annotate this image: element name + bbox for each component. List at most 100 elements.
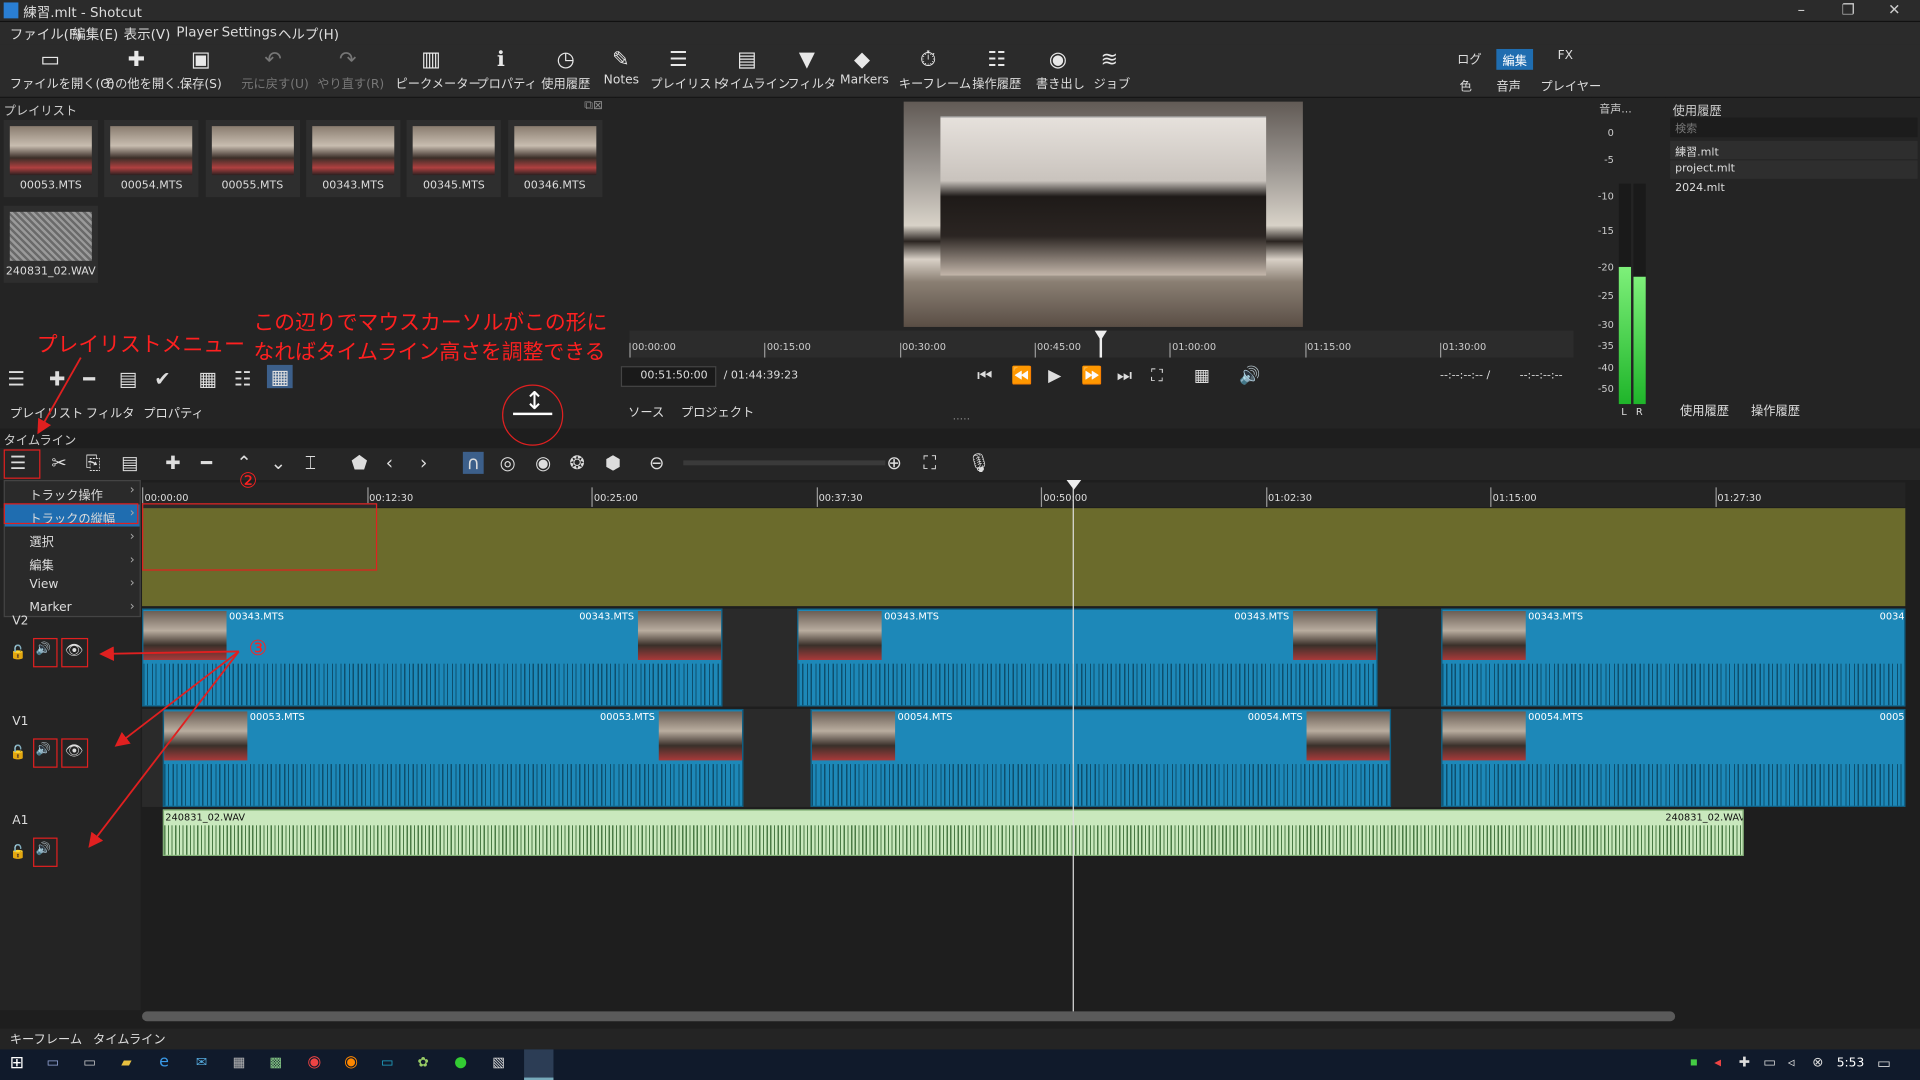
toolbar-button[interactable]: ☰ プレイリスト: [650, 47, 723, 96]
playlist-item[interactable]: 00055.MTS: [205, 120, 300, 198]
snap-icon[interactable]: ∩: [462, 451, 484, 474]
menu-player[interactable]: Player: [176, 24, 218, 40]
position-field[interactable]: 00:51:50:00: [620, 366, 717, 387]
recent-file[interactable]: project.mlt: [1670, 160, 1918, 179]
zoom-out-icon[interactable]: ⊖: [649, 452, 664, 474]
taskbar-app-icon[interactable]: ▭: [83, 1054, 96, 1070]
lock-icon[interactable]: 🔓: [10, 744, 27, 760]
toolbar-button[interactable]: ▭ ファイルを開く(O): [10, 47, 115, 96]
tab-timeline[interactable]: タイムライン: [93, 1029, 166, 1046]
tray-icon[interactable]: ⊗: [1812, 1054, 1823, 1070]
menu-file[interactable]: ファイル(F): [10, 24, 82, 44]
windows-start-icon[interactable]: ⊞: [10, 1053, 24, 1073]
cut-icon[interactable]: ✂: [51, 452, 66, 474]
skip-next-icon[interactable]: ⏭: [1117, 366, 1132, 386]
split-icon[interactable]: ⌶: [305, 452, 316, 474]
splitter-handle[interactable]: ·····: [953, 414, 971, 426]
notification-icon[interactable]: ▭: [1877, 1054, 1891, 1071]
check-icon[interactable]: ✔: [154, 367, 170, 390]
record-audio-icon[interactable]: 🎙: [967, 452, 990, 474]
timeline-scrollbar[interactable]: [142, 1011, 1676, 1022]
playhead-handle[interactable]: [1066, 480, 1082, 490]
paste-icon[interactable]: ▤: [121, 452, 138, 474]
tab-recent[interactable]: 使用履歴: [1680, 400, 1729, 418]
toolbar-button[interactable]: ▥ ピークメーター: [396, 47, 481, 96]
update-icon[interactable]: ▤: [119, 367, 138, 390]
menu-settings[interactable]: Settings: [222, 24, 277, 40]
copy-icon[interactable]: ⎘: [86, 452, 101, 474]
toolbar-button[interactable]: ◉ 書き出し: [1036, 47, 1085, 96]
lock-icon[interactable]: 🔓: [10, 844, 27, 860]
ripple-all-icon[interactable]: ❂: [569, 452, 584, 474]
line-icon[interactable]: ●: [454, 1053, 467, 1070]
tab-source[interactable]: ソース: [628, 402, 664, 420]
timeline-empty-area[interactable]: [142, 508, 1906, 607]
close-icon[interactable]: ✕: [1888, 1, 1900, 18]
video-clip[interactable]: 00053.MTS 00053.MTS: [162, 708, 744, 807]
layout-button[interactable]: 色: [1460, 76, 1472, 94]
tab-keyframes[interactable]: キーフレーム: [10, 1029, 82, 1046]
recent-file[interactable]: 2024.mlt: [1670, 180, 1917, 198]
zoom-fit-icon[interactable]: ⛶: [1151, 366, 1163, 386]
add-icon[interactable]: ✚: [49, 367, 65, 390]
next-marker-icon[interactable]: ›: [420, 452, 427, 474]
mail-icon[interactable]: ✉: [196, 1054, 207, 1070]
list-view-icon[interactable]: ☷: [234, 367, 252, 390]
toolbar-button[interactable]: ▤ タイムライン: [718, 47, 791, 96]
video-clip[interactable]: 00343.MTS 00343.MTS: [142, 608, 723, 707]
context-menu-item[interactable]: トラック操作 ›: [5, 481, 140, 504]
tray-icon[interactable]: ◂: [1714, 1054, 1721, 1070]
video-clip[interactable]: 00343.MTS 00343.MTS: [797, 608, 1378, 707]
playlist-item[interactable]: 240831_02.WAV: [3, 205, 98, 283]
toolbar-button[interactable]: ✎ Notes: [604, 47, 639, 96]
playlist-item[interactable]: 00345.MTS: [406, 120, 502, 198]
network-icon[interactable]: ▭: [1763, 1054, 1776, 1070]
remove-icon[interactable]: ━: [83, 367, 95, 390]
layout-button[interactable]: 編集: [1496, 48, 1534, 70]
layout-button[interactable]: プレイヤー: [1540, 76, 1601, 94]
recent-search-input[interactable]: 検索: [1670, 117, 1918, 138]
scrub-icon[interactable]: ◎: [500, 452, 516, 474]
timeline-playhead[interactable]: [1072, 482, 1074, 1012]
speaker-icon[interactable]: ◃: [1788, 1054, 1795, 1070]
video-clip[interactable]: 00343.MTS 0034: [1441, 608, 1906, 707]
toolbar-button[interactable]: ≋ ジョブ: [1093, 47, 1130, 96]
taskbar-app-icon[interactable]: ▩: [269, 1054, 282, 1070]
skip-previous-icon[interactable]: ⏮: [977, 366, 992, 386]
zoom-slider[interactable]: [683, 460, 886, 466]
menu-edit[interactable]: 編集(E): [72, 24, 118, 44]
context-menu-item[interactable]: 選択 ›: [5, 528, 140, 550]
playlist-menu-icon[interactable]: ☰: [7, 367, 25, 390]
minimize-icon[interactable]: –: [1798, 1, 1805, 18]
toolbar-button[interactable]: ▼ フィルタ: [787, 47, 836, 96]
player-ruler[interactable]: 00:00:00 00:15:00 00:30:00 00:45:00 01:00:00…: [629, 330, 1574, 358]
toolbar-button[interactable]: ◆ Markers: [840, 47, 889, 96]
toolbar-button[interactable]: ↷ やり直す(R): [317, 47, 384, 96]
rewind-icon[interactable]: ⏪: [1011, 366, 1032, 386]
menu-help[interactable]: ヘルプ(H): [278, 24, 339, 44]
fast-forward-icon[interactable]: ⏩: [1081, 366, 1102, 386]
timeline-ruler[interactable]: 00:00:00 00:12:30 00:25:00 00:37:30 00:50:00…: [142, 482, 1906, 507]
edge-icon[interactable]: e: [159, 1053, 169, 1071]
tab-properties[interactable]: プロパティ: [143, 403, 203, 421]
toolbar-button[interactable]: ☷ 操作履歴: [971, 47, 1022, 96]
layout-button[interactable]: ログ: [1457, 49, 1481, 67]
chrome-icon[interactable]: ◉: [307, 1053, 321, 1071]
firefox-icon[interactable]: ◉: [344, 1053, 358, 1071]
zoom-fit-icon[interactable]: ⛶: [923, 452, 936, 474]
taskbar-app-icon[interactable]: ▭: [381, 1054, 394, 1070]
menu-view[interactable]: 表示(V): [124, 24, 171, 44]
toolbar-button[interactable]: ✚ その他を開く...: [103, 47, 188, 96]
tray-icon[interactable]: ▪: [1690, 1056, 1698, 1069]
playlist-item[interactable]: 00343.MTS: [305, 120, 401, 198]
append-icon[interactable]: ✚: [165, 452, 180, 474]
playlist-item[interactable]: 00054.MTS: [104, 120, 199, 198]
context-menu-item[interactable]: 編集 ›: [5, 551, 140, 573]
previous-marker-icon[interactable]: ‹: [386, 452, 393, 474]
recent-file[interactable]: 練習.mlt: [1670, 140, 1918, 160]
zoom-in-icon[interactable]: ⊕: [887, 452, 902, 474]
calculator-icon[interactable]: ▦: [233, 1054, 246, 1070]
taskbar-app-icon[interactable]: ✿: [418, 1054, 429, 1070]
ripple-markers-icon[interactable]: ⬢: [605, 452, 621, 474]
toolbar-button[interactable]: ◷ 使用履歴: [540, 47, 591, 96]
